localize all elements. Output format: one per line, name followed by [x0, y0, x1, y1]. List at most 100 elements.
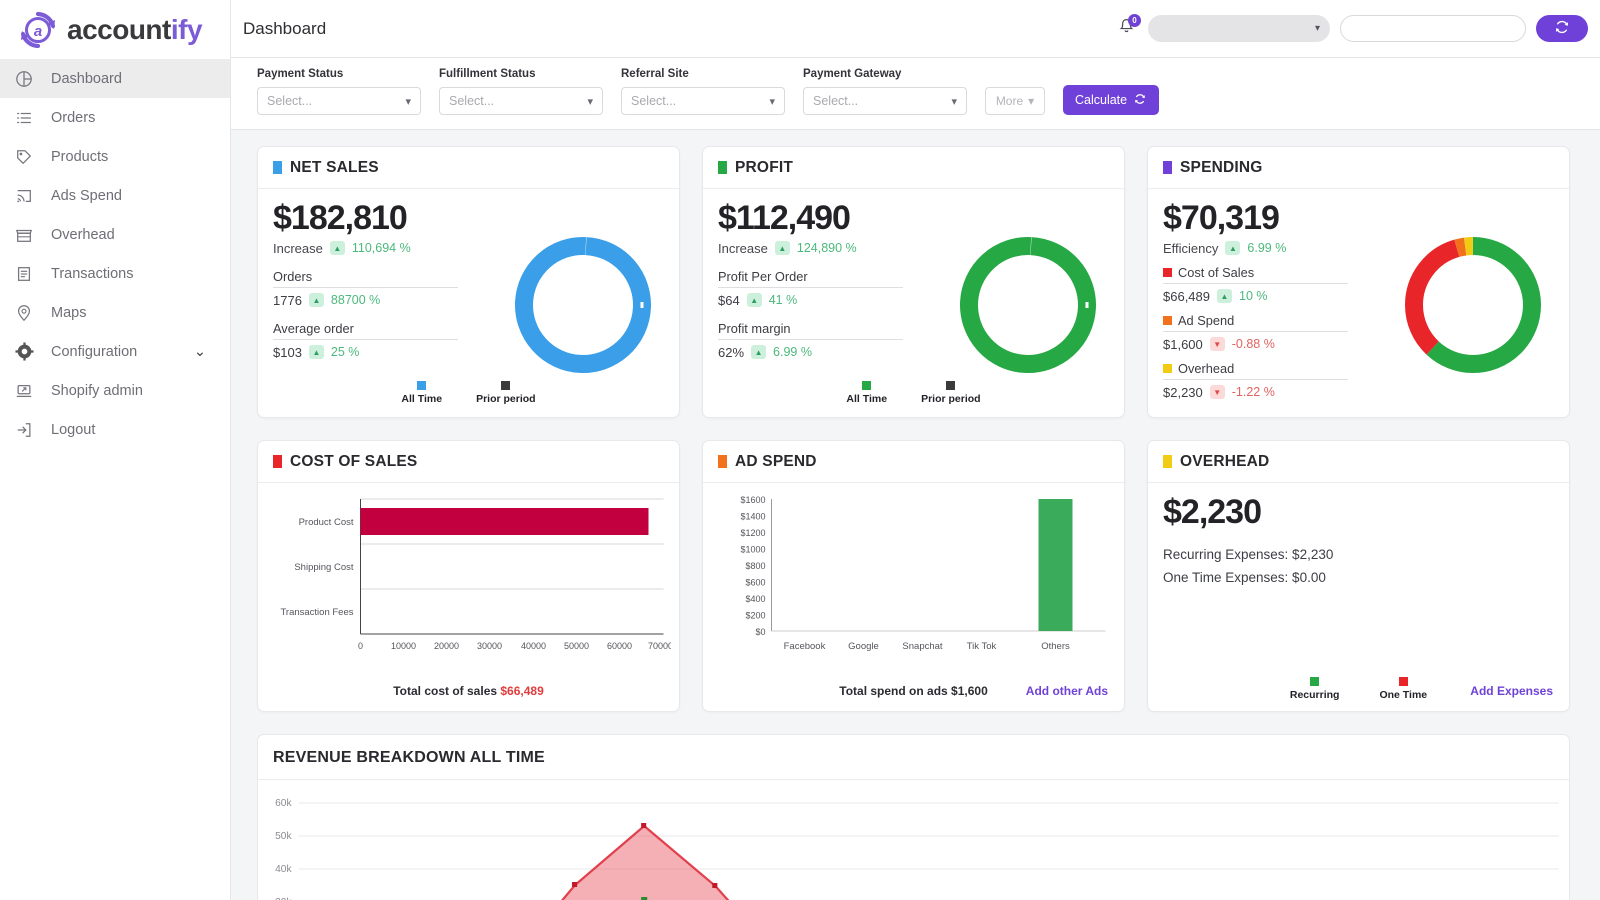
metric-label: Profit margin [718, 321, 903, 340]
chevron-down-icon: ▾ [1028, 94, 1034, 108]
svg-text:$0: $0 [755, 627, 765, 637]
revenue-breakdown-card: REVENUE BREAKDOWN ALL TIME 60k 50k 40k 3… [257, 734, 1570, 900]
svg-text:30000: 30000 [477, 641, 502, 651]
sidebar-item-label: Shopify admin [51, 383, 143, 399]
cost-of-sales-swatch [1163, 268, 1172, 277]
metric-cost-of-sales: Cost of Sales $66,489 ▲ 10 % [1163, 265, 1348, 304]
sidebar-item-dashboard[interactable]: Dashboard [0, 59, 230, 98]
metric-pct: -1.22 % [1232, 385, 1275, 399]
ad-spend-color-swatch [718, 455, 727, 468]
sidebar-item-configuration[interactable]: Configuration ⌄ [0, 332, 230, 371]
svg-text:$800: $800 [745, 561, 765, 571]
metric-label: Ad Spend [1178, 313, 1234, 328]
svg-text:60000: 60000 [607, 641, 632, 651]
sidebar-item-label: Orders [51, 110, 95, 126]
legend-item: All Time [401, 381, 442, 405]
svg-text:50000: 50000 [564, 641, 589, 651]
filter-payment-status: Payment Status Select... ▾ [257, 68, 421, 115]
sidebar-item-ads-spend[interactable]: Ads Spend [0, 176, 230, 215]
card-body: $2,230 Recurring Expenses: $2,230 One Ti… [1148, 483, 1569, 659]
logout-icon [14, 420, 34, 440]
metric-pct: 25 % [331, 345, 360, 359]
metric-value: 62% [718, 345, 744, 360]
store-select[interactable]: ▾ [1148, 15, 1330, 42]
fulfillment-status-select[interactable]: Select... ▾ [439, 87, 603, 115]
trend-up-icon: ▲ [309, 345, 324, 359]
app-root: a accountify Dashboard Orders [0, 0, 1600, 900]
map-pin-icon [14, 303, 34, 323]
svg-text:$600: $600 [745, 578, 765, 588]
legend-label: All Time [846, 393, 887, 405]
legend-item: Recurring [1290, 677, 1340, 701]
legend-swatch [417, 381, 426, 390]
ad-spend-footer: Total spend on ads $1,600 Add other Ads [703, 676, 1124, 711]
card-title: COST OF SALES [290, 453, 417, 471]
store-icon [14, 225, 34, 245]
trend-up-icon: ▲ [751, 345, 766, 359]
sidebar-item-orders[interactable]: Orders [0, 98, 230, 137]
add-other-ads-link[interactable]: Add other Ads [1026, 684, 1108, 698]
add-expenses-link[interactable]: Add Expenses [1470, 684, 1553, 698]
sidebar-item-label: Maps [51, 305, 86, 321]
sidebar-item-maps[interactable]: Maps [0, 293, 230, 332]
more-filters-button[interactable]: More ▾ [985, 87, 1045, 115]
chevron-down-icon: ▾ [405, 95, 411, 108]
svg-text:$400: $400 [745, 594, 765, 604]
overhead-card: OVERHEAD $2,230 Recurring Expenses: $2,2… [1147, 440, 1570, 712]
legend-item: Prior period [476, 381, 536, 405]
sidebar-item-shopify-admin[interactable]: Shopify admin [0, 371, 230, 410]
efficiency-pct: 6.99 % [1247, 241, 1286, 255]
metric-value-row: 1776 ▲ 88700 % [273, 293, 458, 308]
brand-name: accountify [67, 14, 202, 46]
filter-label: Referral Site [621, 68, 785, 80]
card-header: PROFIT [703, 147, 1124, 189]
filter-referral-site: Referral Site Select... ▾ [621, 68, 785, 115]
search-input[interactable] [1340, 15, 1526, 42]
sidebar-item-transactions[interactable]: Transactions [0, 254, 230, 293]
laptop-share-icon [14, 381, 34, 401]
metric-value-row: $66,489 ▲ 10 % [1163, 289, 1348, 304]
legend-swatch [1310, 677, 1319, 686]
revenue-breakdown-area-chart: 60k 50k 40k 30k [258, 780, 1569, 900]
card-body: Product Cost Shipping Cost Transaction F… [258, 483, 679, 676]
notifications-button[interactable]: 0 [1114, 16, 1138, 42]
footer-value: $66,489 [500, 684, 543, 698]
legend-label: One Time [1379, 689, 1427, 701]
sidebar-item-products[interactable]: Products [0, 137, 230, 176]
sidebar-item-overhead[interactable]: Overhead [0, 215, 230, 254]
metric-value-row: $103 ▲ 25 % [273, 345, 458, 360]
metric-value-row: $2,230 ▼ -1.22 % [1163, 385, 1348, 400]
chevron-down-icon: ▾ [951, 95, 957, 108]
sidebar-item-label: Overhead [51, 227, 115, 243]
refresh-button[interactable] [1536, 15, 1588, 42]
metric-value: $103 [273, 345, 302, 360]
metric-pct: -0.88 % [1232, 337, 1275, 351]
trend-up-icon: ▲ [309, 293, 324, 307]
chevron-down-icon[interactable]: ⌄ [194, 344, 206, 360]
metric-pct: 6.99 % [773, 345, 812, 359]
brand-logo[interactable]: a accountify [0, 0, 230, 59]
metric-label: Orders [273, 269, 458, 288]
svg-text:60k: 60k [275, 798, 292, 809]
card-body: $112,490 Increase ▲ 124,890 % Profit Per… [703, 189, 1124, 375]
sidebar-item-logout[interactable]: Logout [0, 410, 230, 449]
card-header: AD SPEND [703, 441, 1124, 483]
metric-profit-margin: Profit margin 62% ▲ 6.99 % [718, 321, 903, 360]
referral-site-select[interactable]: Select... ▾ [621, 87, 785, 115]
card-title: OVERHEAD [1180, 453, 1269, 471]
sidebar-item-label: Transactions [51, 266, 133, 282]
onetime-expenses-line: One Time Expenses: $0.00 [1163, 570, 1554, 585]
sidebar-item-label: Products [51, 149, 108, 165]
legend-label: Prior period [921, 393, 981, 405]
card-header: OVERHEAD [1148, 441, 1569, 483]
svg-text:0: 0 [358, 641, 363, 651]
chevron-down-icon: ▾ [587, 95, 593, 108]
payment-status-select[interactable]: Select... ▾ [257, 87, 421, 115]
calculate-button[interactable]: Calculate [1063, 85, 1159, 115]
sidebar-nav: Dashboard Orders Products Ads Spend [0, 59, 230, 449]
metric-value-row: 62% ▲ 6.99 % [718, 345, 903, 360]
payment-gateway-select[interactable]: Select... ▾ [803, 87, 967, 115]
svg-text:70000: 70000 [648, 641, 671, 651]
filter-fulfillment-status: Fulfillment Status Select... ▾ [439, 68, 603, 115]
svg-text:$1600: $1600 [740, 495, 765, 505]
